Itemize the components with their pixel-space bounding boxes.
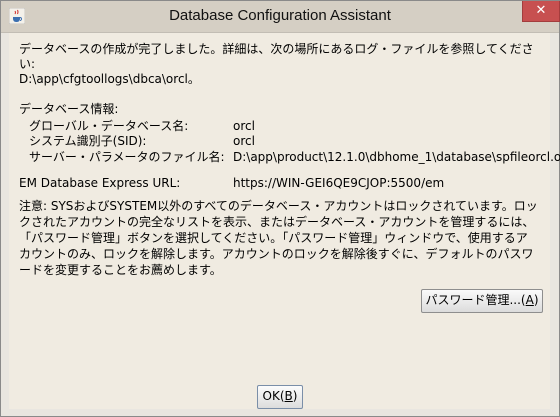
- db-info-label-global-name: グローバル・データベース名:: [29, 119, 189, 133]
- password-management-button[interactable]: パスワード管理...(A): [421, 289, 543, 313]
- close-icon: ✕: [535, 3, 547, 18]
- ok-button[interactable]: OK(B): [257, 385, 303, 409]
- db-info-heading: データベース情報:: [19, 102, 119, 116]
- password-note: 注意: SYSおよびSYSTEM以外のすべてのデータベース・アカウントはロックさ…: [19, 199, 538, 277]
- password-button-suffix: ): [533, 293, 539, 307]
- title-bar[interactable]: Database Configuration Assistant ✕: [1, 1, 560, 33]
- db-info-label-sid: システム識別子(SID):: [29, 134, 147, 148]
- db-info-label-spfile: サーバー・パラメータのファイル名:: [29, 150, 225, 164]
- db-info-value-sid: orcl: [233, 134, 255, 148]
- em-url-value: https://WIN-GEI6QE9CJOP:5500/em: [233, 176, 445, 190]
- db-info-value-global-name: orcl: [233, 119, 255, 133]
- close-button[interactable]: ✕: [522, 1, 560, 22]
- ok-button-mnemonic: B: [284, 389, 293, 403]
- em-url-label: EM Database Express URL:: [19, 176, 181, 190]
- ok-button-prefix: OK(: [262, 389, 285, 403]
- dialog-window: Database Configuration Assistant ✕ データベー…: [0, 0, 560, 417]
- window-title: Database Configuration Assistant: [169, 7, 391, 24]
- db-info-value-spfile: D:\app\product\12.1.0\dbhome_1\database\…: [233, 150, 560, 164]
- dialog-content: データベースの作成が完了しました。詳細は、次の場所にあるログ・ファイルを参照して…: [9, 33, 560, 377]
- completion-message-line2: い:: [19, 57, 36, 71]
- dialog-footer: OK(B): [9, 377, 550, 409]
- completion-message-line1: データベースの作成が完了しました。詳細は、次の場所にあるログ・ファイルを参照して…: [19, 42, 534, 56]
- log-path: D:\app\cfgtoollogs\dbca\orcl。: [19, 72, 200, 86]
- password-button-prefix: パスワード管理...(: [425, 293, 526, 307]
- ok-button-suffix: ): [292, 389, 298, 403]
- password-button-mnemonic: A: [525, 293, 534, 307]
